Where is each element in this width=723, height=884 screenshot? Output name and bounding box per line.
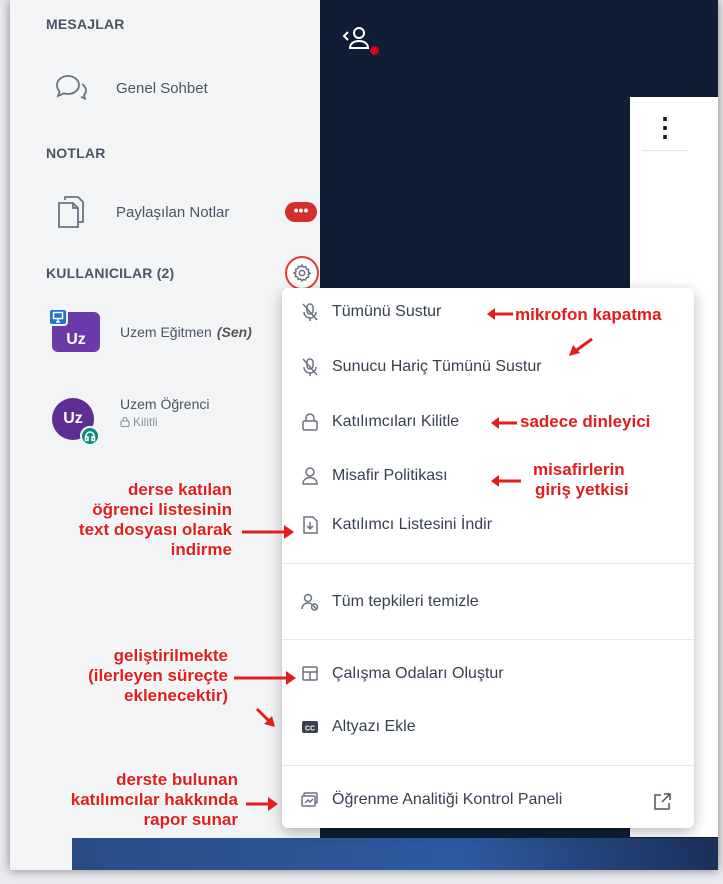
annotation-report: derste bulunan katılımcılar hakkında rap… <box>70 770 238 829</box>
annotation-arrow <box>255 707 275 727</box>
menu-item-lock-participants[interactable]: Katılımcıları Kilitle <box>300 412 459 432</box>
avatar: Uz <box>48 308 100 352</box>
closed-caption-icon: CC <box>300 719 320 735</box>
menu-item-add-captions[interactable]: CC Altyazı Ekle <box>300 718 416 736</box>
self-tag: (Sen) <box>216 324 252 340</box>
annotation-arrow <box>234 671 296 685</box>
user-options-button[interactable] <box>285 256 319 290</box>
user-options-menu: Tümünü Sustur Sunucu Hariç Tümünü Sustur… <box>282 288 694 828</box>
user-icon <box>300 466 320 486</box>
bottom-banner <box>72 838 718 870</box>
clear-reactions-icon <box>300 592 320 612</box>
user-list-item[interactable]: Uz Uzem Öğrenci Kilitli <box>52 395 210 446</box>
menu-item-download-participants[interactable]: Katılımcı Listesini İndir <box>300 515 492 535</box>
avatar: Uz <box>52 398 100 446</box>
notes-unread-badge: ••• <box>285 202 317 222</box>
sidebar-item-general-chat[interactable]: Genel Sohbet <box>52 72 208 104</box>
analytics-icon <box>300 791 320 809</box>
more-options-icon[interactable]: ⋮ <box>652 114 678 140</box>
user-name: Uzem Öğrenci <box>120 395 210 412</box>
menu-item-guest-policy[interactable]: Misafir Politikası <box>300 466 448 486</box>
menu-item-mute-all-except-presenter[interactable]: Sunucu Hariç Tümünü Sustur <box>300 357 542 377</box>
annotation-download-list: derse katılan öğrenci listesinin text do… <box>78 480 232 559</box>
user-back-icon <box>340 26 374 50</box>
lock-icon <box>300 412 320 432</box>
chat-icon <box>52 72 90 104</box>
user-status: Kilitli <box>133 414 158 429</box>
annotation-arrow <box>491 417 517 429</box>
annotation-guest-policy: misafirlerin giriş yetkisi <box>532 460 629 499</box>
menu-item-mute-all[interactable]: Tümünü Sustur <box>300 302 441 322</box>
external-link-icon[interactable] <box>652 792 672 812</box>
mic-off-icon <box>300 357 320 377</box>
sidebar-item-label: Paylaşılan Notlar <box>116 203 230 221</box>
annotation-arrow <box>246 797 278 811</box>
section-title-messages: MESAJLAR <box>46 16 125 32</box>
annotation-in-development: geliştirilmekte (ilerleyen süreçte eklen… <box>88 646 228 705</box>
divider <box>642 150 688 151</box>
sidebar-item-shared-notes[interactable]: Paylaşılan Notlar <box>52 194 229 230</box>
annotation-arrow <box>569 337 593 356</box>
lock-icon <box>120 416 130 427</box>
presenter-icon <box>48 308 68 326</box>
annotation-lock: sadece dinleyici <box>520 412 651 431</box>
toggle-userlist-button[interactable] <box>340 26 374 50</box>
annotation-arrow <box>487 308 513 320</box>
annotation-arrow <box>491 475 521 487</box>
menu-divider <box>282 563 694 564</box>
breakout-rooms-icon <box>300 664 320 684</box>
sidebar-item-label: Genel Sohbet <box>116 79 208 97</box>
notification-dot <box>370 46 379 55</box>
user-list-item[interactable]: Uz Uzem Eğitmen (Sen) <box>48 308 252 352</box>
menu-divider <box>282 765 694 766</box>
gear-icon <box>292 263 312 283</box>
mic-off-icon <box>300 302 320 322</box>
download-file-icon <box>300 515 320 535</box>
notes-icon <box>52 194 90 230</box>
user-name: Uzem Eğitmen <box>120 324 212 340</box>
menu-item-learning-analytics[interactable]: Öğrenme Analitiği Kontrol Paneli <box>300 791 562 809</box>
menu-divider <box>282 639 694 640</box>
headphones-icon <box>80 426 100 446</box>
section-title-users: KULLANICILAR (2) <box>46 265 175 281</box>
svg-text:CC: CC <box>305 726 315 733</box>
menu-item-breakout-rooms[interactable]: Çalışma Odaları Oluştur <box>300 664 504 684</box>
menu-item-clear-reactions[interactable]: Tüm tepkileri temizle <box>300 592 479 612</box>
section-title-notes: NOTLAR <box>46 145 106 161</box>
annotation-arrow <box>242 525 294 539</box>
annotation-mute-all: mikrofon kapatma <box>515 305 662 324</box>
